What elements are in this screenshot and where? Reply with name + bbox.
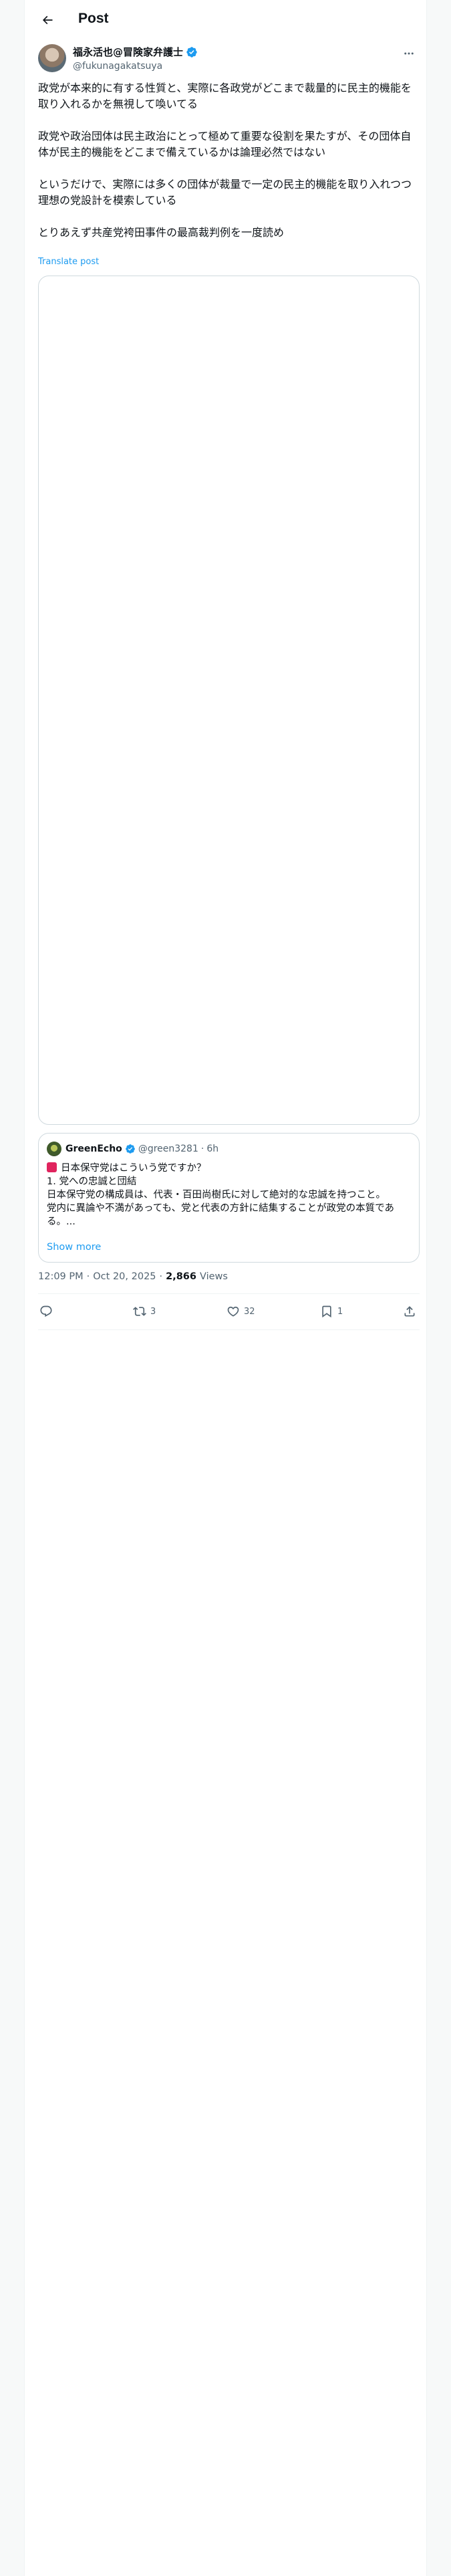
arrow-left-icon bbox=[42, 15, 53, 25]
post-media[interactable] bbox=[38, 276, 420, 1125]
back-button[interactable] bbox=[35, 8, 59, 32]
views-count: 2,866 bbox=[166, 1271, 196, 1282]
main-column: Post 福永活也@冒険家弁護士 @fukunagakatsuya 政党が本来的… bbox=[24, 0, 427, 2576]
divider bbox=[38, 1329, 420, 1330]
post-time[interactable]: 12:09 PM bbox=[38, 1269, 84, 1284]
verified-badge-icon bbox=[186, 47, 197, 58]
quoted-line: 党内に異論や不満があっても、党と代表の方針に結集することが政党の本質である。..… bbox=[47, 1203, 394, 1227]
post-date[interactable]: Oct 20, 2025 bbox=[93, 1269, 156, 1284]
post-paragraph: 政党や政治団体は民主政治にとって極めて重要な役割を果たすが、その団体自体が民主的… bbox=[38, 130, 412, 158]
verified-badge-icon bbox=[125, 1144, 135, 1154]
repost-icon bbox=[133, 1307, 146, 1316]
author-handle[interactable]: @fukunagakatsuya bbox=[73, 60, 162, 72]
quoted-line-text: 日本保守党はこういう党ですか？ bbox=[61, 1163, 206, 1174]
dot-separator: · bbox=[159, 1271, 163, 1282]
quoted-line: 日本保守党はこういう党ですか？ bbox=[47, 1162, 413, 1175]
post-paragraph: というだけで、実際には多くの団体が裁量で一定の民主的機能を取り入れつつ理想の党設… bbox=[38, 178, 412, 207]
bookmark-icon bbox=[322, 1305, 331, 1318]
quoted-post-text: 日本保守党はこういう党ですか？ 1. 党への忠誠と団結 日本保守党の構成員は、代… bbox=[47, 1162, 413, 1228]
author-name-row: 福永活也@冒険家弁護士 bbox=[73, 45, 198, 59]
page: Post 福永活也@冒険家弁護士 @fukunagakatsuya 政党が本来的… bbox=[0, 0, 451, 2576]
quoted-author-avatar bbox=[47, 1142, 61, 1156]
heart-icon bbox=[227, 1306, 239, 1317]
red-square-emoji-icon bbox=[47, 1162, 57, 1172]
post-author: 福永活也@冒険家弁護士 @fukunagakatsuya bbox=[38, 44, 419, 75]
top-header: Post bbox=[25, 0, 428, 39]
quoted-author-handle: @green3281 bbox=[138, 1144, 198, 1154]
reply-icon bbox=[40, 1305, 52, 1317]
share-icon bbox=[404, 1306, 415, 1317]
dot-separator: · bbox=[200, 1144, 204, 1154]
show-more-link[interactable]: Show more bbox=[47, 1241, 101, 1254]
share-button[interactable] bbox=[403, 1296, 416, 1327]
bookmark-count: 1 bbox=[337, 1306, 343, 1317]
post-meta: 12:09 PM · Oct 20, 2025 · 2,866 Views bbox=[38, 1269, 228, 1284]
repost-count: 3 bbox=[150, 1306, 156, 1317]
more-dots-icon bbox=[404, 52, 414, 55]
quoted-post-age: 6h bbox=[206, 1144, 219, 1154]
views-label: Views bbox=[200, 1271, 228, 1282]
divider bbox=[38, 1293, 420, 1294]
repost-button[interactable]: 3 bbox=[133, 1296, 156, 1327]
translate-post-link[interactable]: Translate post bbox=[38, 257, 99, 267]
like-count: 32 bbox=[244, 1306, 255, 1317]
action-bar: 3 32 1 bbox=[38, 1296, 420, 1327]
post-paragraph: とりあえず共産党袴田事件の最高裁判例を一度読め bbox=[38, 226, 285, 239]
post-text: 政党が本来的に有する性質と、実際に各政党がどこまで裁量的に民主的機能を取り入れる… bbox=[38, 80, 419, 241]
author-name[interactable]: 福永活也@冒険家弁護士 bbox=[73, 45, 183, 59]
quoted-line: 日本保守党の構成員は、代表・百田尚樹氏に対して絶対的な忠誠を持つこと。 bbox=[47, 1190, 386, 1200]
like-button[interactable]: 32 bbox=[227, 1296, 255, 1327]
quoted-line: 1. 党への忠誠と団結 bbox=[47, 1176, 137, 1187]
dot-separator: · bbox=[86, 1271, 90, 1282]
author-avatar[interactable] bbox=[38, 44, 66, 72]
post-paragraph: 政党が本来的に有する性質と、実際に各政党がどこまで裁量的に民主的機能を取り入れる… bbox=[38, 82, 412, 110]
bookmark-button[interactable]: 1 bbox=[320, 1296, 343, 1327]
page-title: Post bbox=[78, 11, 109, 26]
quoted-post[interactable]: GreenEcho @green3281 · 6h 日本保守党はこういう党ですか… bbox=[38, 1133, 420, 1263]
reply-button[interactable] bbox=[39, 1296, 57, 1327]
more-options-button[interactable] bbox=[399, 47, 419, 60]
quoted-post-header: GreenEcho @green3281 · 6h bbox=[65, 1142, 218, 1156]
quoted-author-name: GreenEcho bbox=[65, 1144, 122, 1154]
